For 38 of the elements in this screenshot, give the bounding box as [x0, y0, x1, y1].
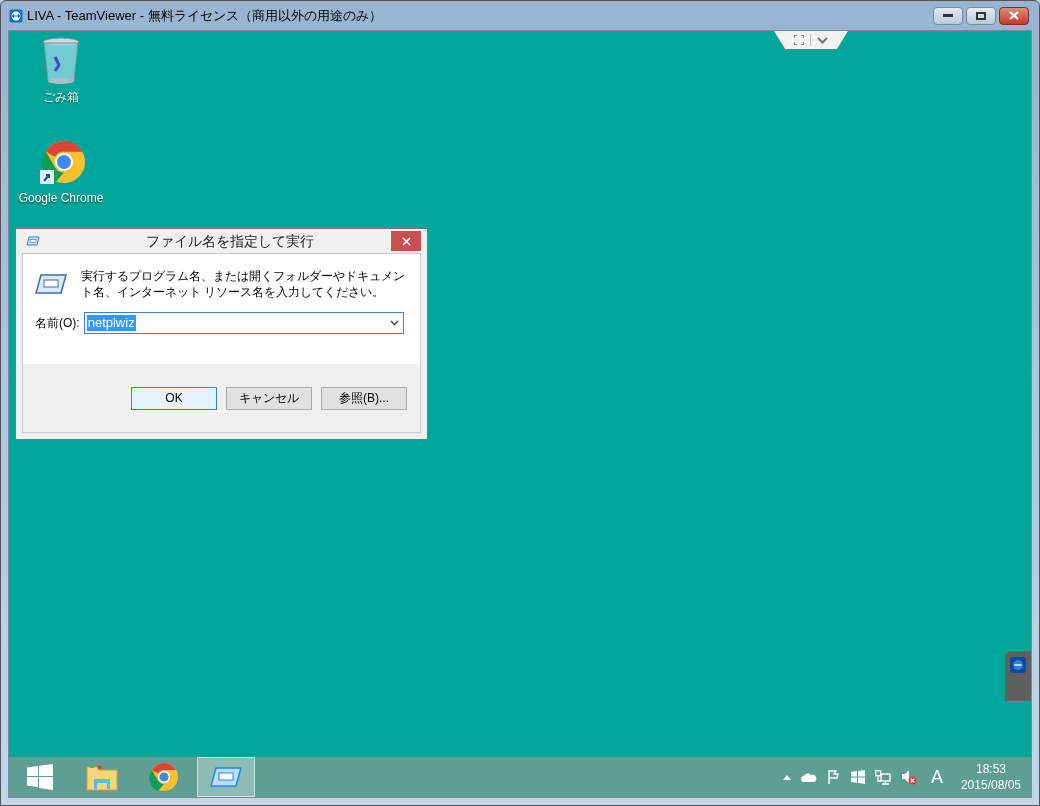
close-icon[interactable] [1009, 11, 1019, 20]
chevron-down-icon[interactable] [817, 36, 828, 44]
close-icon[interactable] [401, 236, 411, 246]
taskbar-button[interactable] [197, 757, 255, 797]
chrome-icon [149, 762, 179, 792]
dialog-message: 実行するプログラム名、または開くフォルダーやドキュメント名、インターネット リソース名を入力してください。 [81, 268, 406, 300]
dialog-title: ファイル名を指定して実行 [146, 231, 314, 251]
cloud-icon[interactable] [800, 772, 817, 782]
run-icon [210, 767, 242, 787]
ime-indicator[interactable]: A [926, 768, 947, 786]
window-title: LIVA - TeamViewer - 無料ライセンス（商用以外の用途のみ） [27, 6, 382, 25]
desktop-shortcut[interactable]: ごみ箱 [9, 37, 113, 106]
desktop-shortcut[interactable]: Google Chrome [9, 140, 113, 207]
fullscreen-icon[interactable] [794, 35, 804, 45]
run-icon [35, 274, 67, 294]
minimize-button[interactable] [933, 6, 963, 25]
network-icon[interactable] [874, 769, 891, 785]
dialog-button[interactable]: キャンセル [226, 386, 312, 410]
flag-icon[interactable] [826, 770, 841, 784]
windows-icon[interactable] [850, 770, 865, 784]
field-label: 名前(O): [35, 315, 80, 332]
close-button[interactable] [999, 6, 1029, 25]
name-combobox[interactable]: netplwiz [83, 312, 404, 334]
close-button[interactable] [391, 231, 421, 251]
recycle-bin-icon [41, 37, 81, 85]
show-hidden-icons-icon[interactable] [782, 774, 791, 780]
maximize-button[interactable] [966, 6, 996, 25]
teamviewer-icon [9, 8, 23, 23]
field-value: netplwiz [86, 315, 136, 331]
speaker-muted-icon[interactable] [900, 769, 917, 785]
dialog-button[interactable]: 参照(B)... [321, 386, 407, 410]
teamviewer-side-tab[interactable] [1005, 651, 1031, 701]
folder-icon [86, 763, 118, 791]
teamviewer-icon [1010, 657, 1026, 673]
run-icon [26, 236, 40, 246]
windows-logo-icon [27, 764, 53, 790]
dialog-button[interactable]: OK [131, 386, 217, 410]
clock[interactable]: 18:53 2015/08/05 [956, 761, 1025, 793]
